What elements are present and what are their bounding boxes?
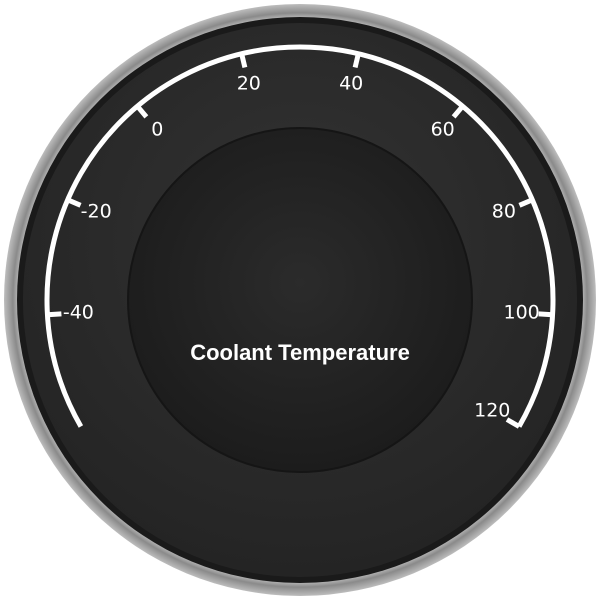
scale-label: 40 — [339, 72, 363, 94]
scale-label: -20 — [81, 201, 112, 223]
scale-label: 20 — [237, 72, 261, 94]
major-tick — [538, 311, 553, 318]
major-tick — [47, 311, 62, 318]
scale-label: 80 — [492, 201, 516, 223]
scale-label: 0 — [151, 118, 163, 140]
scale-label: -40 — [63, 301, 94, 323]
coolant-temperature-gauge: -40 -20 0 20 40 60 80 100 120 Coolant Temperatur… — [0, 0, 600, 600]
scale-label: 120 — [474, 400, 510, 422]
gauge-center-disc — [127, 127, 473, 473]
major-tick — [352, 53, 361, 69]
gauge-dial: -40 -20 0 20 40 60 80 100 120 Coolant Temperatur… — [4, 4, 596, 596]
scale-label: 60 — [431, 118, 455, 140]
scale-label: 100 — [503, 301, 539, 323]
major-tick — [239, 53, 248, 69]
gauge-title: Coolant Temperature — [190, 340, 410, 365]
